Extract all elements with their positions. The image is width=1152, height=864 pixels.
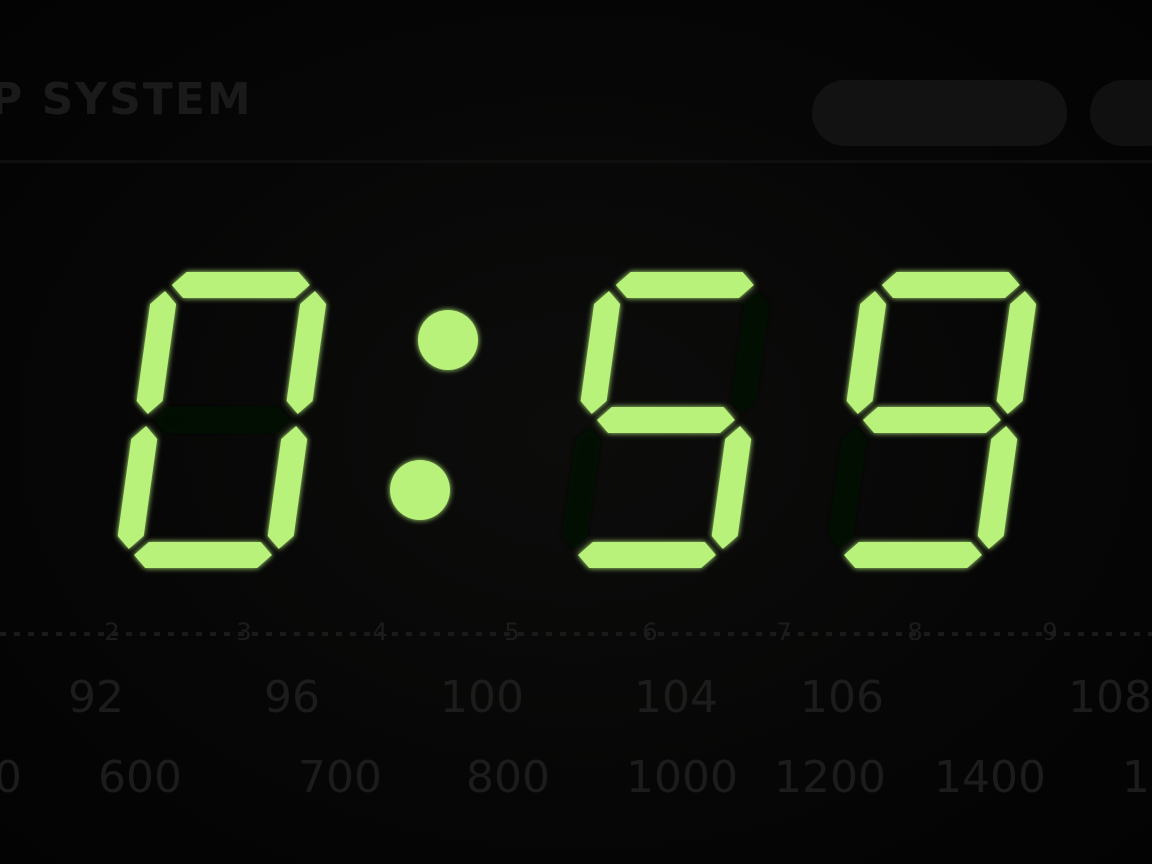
fm-scale-label: 96	[264, 672, 320, 723]
segment-f-lit	[846, 291, 887, 414]
dial-mark: 2	[104, 618, 120, 646]
dial-mark: 8	[907, 618, 923, 646]
dial-mark: 3	[236, 618, 252, 646]
seven-segment-readout	[117, 272, 1037, 568]
dial-mark: 7	[776, 618, 792, 646]
segment-a-lit	[171, 272, 310, 298]
segment-g-lit	[596, 407, 735, 433]
segment-c-lit	[977, 426, 1018, 549]
am-scale-label: 800	[466, 752, 550, 803]
segment-f-lit	[580, 291, 621, 414]
segment-e-unlit	[827, 426, 868, 549]
fm-scale-label: 104	[634, 672, 718, 723]
fm-scale-label: 108	[1068, 672, 1152, 723]
digit-0	[117, 272, 327, 568]
am-scale-label: 16	[1122, 752, 1152, 803]
colon-dot-top	[418, 310, 478, 370]
segment-b-lit	[996, 291, 1037, 414]
dial-dash-row	[0, 632, 1152, 636]
segment-c-lit	[711, 426, 752, 549]
am-scale-label: 0	[0, 752, 22, 803]
segment-f-lit	[136, 291, 177, 414]
segment-d-lit	[844, 542, 982, 568]
colon-dot-bottom	[390, 460, 450, 520]
segment-g-unlit	[152, 407, 291, 433]
am-scale-label: 600	[98, 752, 182, 803]
dial-mark: 9	[1042, 618, 1058, 646]
digit-1	[561, 272, 771, 568]
segment-e-unlit	[561, 426, 602, 549]
dial-mark: 4	[372, 618, 388, 646]
fm-scale-label: 106	[800, 672, 884, 723]
am-scale-label: 1200	[774, 752, 886, 803]
am-scale-label: 1000	[626, 752, 738, 803]
segment-a-lit	[615, 272, 754, 298]
segment-a-lit	[881, 272, 1020, 298]
digit-2	[827, 272, 1037, 568]
fm-scale-label: 92	[68, 672, 124, 723]
segment-b-unlit	[730, 291, 771, 414]
dial-mark: 5	[504, 618, 520, 646]
segment-g-lit	[862, 407, 1001, 433]
segment-c-lit	[267, 426, 308, 549]
fm-scale-label: 100	[440, 672, 524, 723]
dial-mark: 6	[642, 618, 658, 646]
segment-e-lit	[117, 426, 158, 549]
segment-b-lit	[286, 291, 327, 414]
segment-d-lit	[134, 542, 272, 568]
clock-display: P SYSTEM 23456789 92 96 100 104 106 108 0 600 7…	[0, 0, 1152, 864]
am-scale-label: 700	[298, 752, 382, 803]
am-scale-label: 1400	[934, 752, 1046, 803]
segment-d-lit	[578, 542, 716, 568]
